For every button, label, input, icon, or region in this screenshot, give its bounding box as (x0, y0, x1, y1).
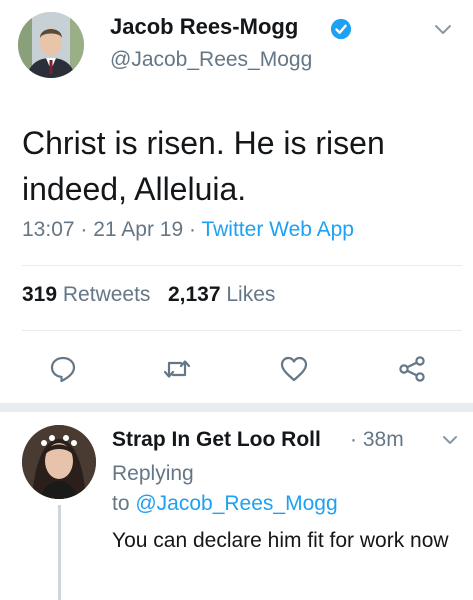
tweet-text: Christ is risen. He is risen indeed, All… (22, 125, 385, 207)
author-handle[interactable]: @Jacob_Rees_Mogg (110, 48, 312, 72)
thread-line (58, 505, 61, 600)
meta-separator: · (189, 218, 196, 241)
tweet-meta: 13:07 · 21 Apr 19 · Twitter Web App (22, 218, 354, 242)
tweet-source[interactable]: Twitter Web App (201, 218, 354, 241)
reply-icon[interactable] (48, 354, 78, 384)
replying-to-label: to (112, 492, 130, 515)
thread-separator (0, 403, 473, 412)
reply-author-avatar[interactable] (22, 425, 96, 499)
author-avatar-image (18, 12, 84, 78)
tweet-time[interactable]: 13:07 (22, 218, 75, 241)
reply-author-name[interactable]: Strap In Get Loo Roll (112, 428, 321, 452)
divider (22, 265, 462, 266)
replying-to: to @Jacob_Rees_Mogg (112, 490, 338, 518)
retweet-count: 319 (22, 283, 58, 306)
reply-time-value: 38m (362, 428, 404, 451)
chevron-down-icon[interactable] (434, 22, 452, 36)
chevron-down-icon[interactable] (442, 434, 458, 446)
tweet-stats: 319 Retweets 2,137 Likes (22, 283, 275, 307)
like-label: Likes (226, 283, 276, 306)
author-avatar[interactable] (18, 12, 84, 78)
verified-badge-icon (330, 18, 352, 40)
reply-time[interactable]: · 38m (350, 428, 404, 452)
replying-to-handle[interactable]: @Jacob_Rees_Mogg (135, 492, 337, 515)
tweet-date[interactable]: 21 Apr 19 (93, 218, 183, 241)
retweet-label: Retweets (62, 283, 151, 306)
retweet-icon[interactable] (162, 354, 192, 384)
author-name[interactable]: Jacob Rees-Mogg (110, 14, 298, 40)
reply-time-separator: · (350, 428, 357, 451)
heart-icon[interactable] (279, 354, 309, 384)
meta-separator: · (80, 218, 88, 241)
share-icon[interactable] (397, 354, 427, 384)
like-count: 2,137 (167, 283, 221, 306)
like-stat[interactable]: 2,137 Likes (168, 283, 275, 306)
reply-avatar-image (22, 425, 96, 499)
retweet-stat[interactable]: 319 Retweets (22, 283, 150, 306)
replying-label: Replying (112, 462, 194, 485)
divider (22, 330, 462, 331)
reply-text: You can declare him fit for work now (112, 529, 449, 552)
